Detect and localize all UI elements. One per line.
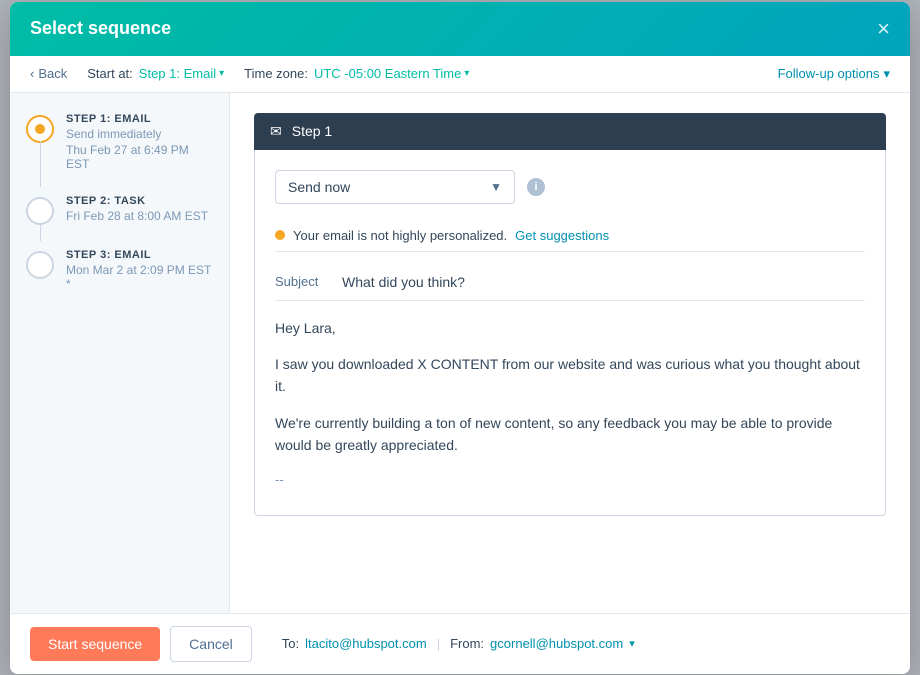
timezone-value: UTC -05:00 Eastern Time bbox=[314, 66, 461, 81]
email-para2: We're currently building a ton of new co… bbox=[275, 412, 865, 457]
step-content-header: ✉ Step 1 bbox=[254, 113, 886, 150]
start-at-value: Step 1: Email bbox=[139, 66, 216, 81]
from-email[interactable]: gcornell@hubspot.com bbox=[490, 636, 623, 651]
timezone-nav-item: Time zone: UTC -05:00 Eastern Time ▾ bbox=[244, 66, 469, 81]
step1-label: STEP 1: EMAIL bbox=[66, 113, 213, 125]
personalization-text: Your email is not highly personalized. bbox=[293, 228, 507, 243]
step2-dot bbox=[35, 206, 45, 216]
step3-info: STEP 3: EMAIL Mon Mar 2 at 2:09 PM EST * bbox=[66, 249, 213, 291]
start-at-label: Start at: bbox=[87, 66, 133, 81]
subject-value: What did you think? bbox=[342, 274, 465, 290]
subject-row: Subject What did you think? bbox=[275, 264, 865, 301]
step1-sub1: Send immediately bbox=[66, 127, 213, 141]
timezone-chevron-icon: ▾ bbox=[464, 68, 469, 79]
get-suggestions-link[interactable]: Get suggestions bbox=[515, 228, 609, 243]
email-signature: -- bbox=[275, 470, 865, 491]
email-greeting: Hey Lara, bbox=[275, 317, 865, 339]
modal-header: Select sequence × bbox=[10, 2, 910, 56]
step1-info: STEP 1: EMAIL Send immediately Thu Feb 2… bbox=[66, 113, 213, 171]
close-button[interactable]: × bbox=[877, 18, 890, 40]
modal-title: Select sequence bbox=[30, 18, 171, 39]
nav-left: ‹ Back Start at: Step 1: Email ▾ Time zo… bbox=[30, 66, 469, 81]
timezone-label: Time zone: bbox=[244, 66, 308, 81]
timezone-dropdown[interactable]: UTC -05:00 Eastern Time ▾ bbox=[314, 66, 469, 81]
sidebar-item-step3[interactable]: STEP 3: EMAIL Mon Mar 2 at 2:09 PM EST * bbox=[26, 249, 213, 291]
modal-footer: Start sequence Cancel To: ltacito@hubspo… bbox=[10, 613, 910, 674]
select-sequence-modal: Select sequence × ‹ Back Start at: Step … bbox=[10, 2, 910, 674]
step3-dot bbox=[35, 260, 45, 270]
send-row: Send now ▼ i bbox=[275, 170, 865, 204]
from-email-chevron-icon[interactable]: ▾ bbox=[629, 637, 635, 650]
personalization-note: Your email is not highly personalized. G… bbox=[275, 220, 865, 252]
sidebar-item-step2[interactable]: STEP 2: TASK Fri Feb 28 at 8:00 AM EST bbox=[26, 195, 213, 225]
step3-circle bbox=[26, 251, 54, 279]
step2-label: STEP 2: TASK bbox=[66, 195, 213, 207]
modal-nav: ‹ Back Start at: Step 1: Email ▾ Time zo… bbox=[10, 56, 910, 93]
from-label: From: bbox=[450, 636, 484, 651]
sidebar-item-step1[interactable]: STEP 1: EMAIL Send immediately Thu Feb 2… bbox=[26, 113, 213, 171]
cancel-button[interactable]: Cancel bbox=[170, 626, 252, 662]
step2-sub1: Fri Feb 28 at 8:00 AM EST bbox=[66, 209, 213, 223]
send-now-dropdown[interactable]: Send now ▼ bbox=[275, 170, 515, 204]
subject-label: Subject bbox=[275, 274, 330, 289]
step-header-label: Step 1 bbox=[292, 123, 332, 139]
follow-up-chevron-icon: ▾ bbox=[883, 66, 890, 82]
step1-dot bbox=[35, 124, 45, 134]
start-at-dropdown[interactable]: Step 1: Email ▾ bbox=[139, 66, 224, 81]
info-icon[interactable]: i bbox=[527, 178, 545, 196]
to-label: To: bbox=[282, 636, 299, 651]
footer-separator: | bbox=[437, 636, 440, 651]
start-at-chevron-icon: ▾ bbox=[219, 68, 224, 79]
footer-email-info: To: ltacito@hubspot.com | From: gcornell… bbox=[282, 636, 635, 651]
send-dropdown-arrow-icon: ▼ bbox=[490, 180, 502, 194]
modal-body: STEP 1: EMAIL Send immediately Thu Feb 2… bbox=[10, 93, 910, 613]
email-body: Hey Lara, I saw you downloaded X CONTENT… bbox=[275, 317, 865, 492]
start-sequence-button[interactable]: Start sequence bbox=[30, 627, 160, 661]
step1-sub2: Thu Feb 27 at 6:49 PM EST bbox=[66, 143, 213, 171]
to-email[interactable]: ltacito@hubspot.com bbox=[305, 636, 427, 651]
back-label: Back bbox=[38, 66, 67, 81]
send-now-label: Send now bbox=[288, 179, 350, 195]
email-para1: I saw you downloaded X CONTENT from our … bbox=[275, 353, 865, 398]
step1-circle bbox=[26, 115, 54, 143]
step2-info: STEP 2: TASK Fri Feb 28 at 8:00 AM EST bbox=[66, 195, 213, 225]
step3-sub1: Mon Mar 2 at 2:09 PM EST * bbox=[66, 263, 213, 291]
content-area: ✉ Step 1 Send now ▼ i Your em bbox=[230, 93, 910, 613]
orange-dot-icon bbox=[275, 230, 285, 240]
step3-label: STEP 3: EMAIL bbox=[66, 249, 213, 261]
steps-sidebar: STEP 1: EMAIL Send immediately Thu Feb 2… bbox=[10, 93, 230, 613]
step2-circle bbox=[26, 197, 54, 225]
envelope-icon: ✉ bbox=[270, 123, 282, 140]
start-at-nav-item: Start at: Step 1: Email ▾ bbox=[87, 66, 224, 81]
back-link[interactable]: ‹ Back bbox=[30, 66, 67, 81]
back-chevron-icon: ‹ bbox=[30, 66, 34, 81]
step-content-body: Send now ▼ i Your email is not highly pe… bbox=[254, 150, 886, 517]
follow-up-label: Follow-up options bbox=[778, 66, 880, 81]
follow-up-options-button[interactable]: Follow-up options ▾ bbox=[778, 66, 890, 82]
